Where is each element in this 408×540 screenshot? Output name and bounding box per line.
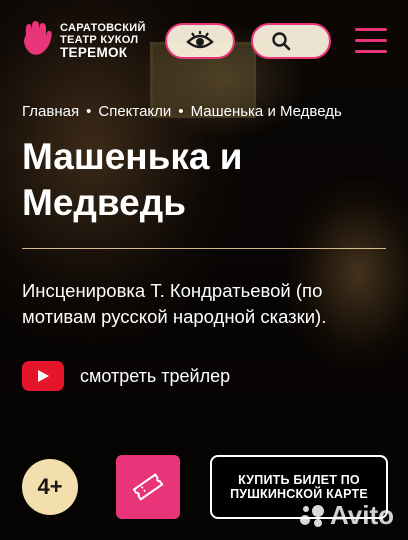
trailer-label: смотреть трейлер (80, 365, 231, 386)
search-button[interactable] (251, 23, 331, 59)
breadcrumb-separator: • (178, 103, 184, 120)
breadcrumb-separator: • (86, 103, 92, 120)
buy-ticket-button[interactable] (116, 455, 180, 519)
divider (22, 248, 386, 249)
avito-watermark: Avito (300, 500, 394, 531)
accessibility-button[interactable] (165, 23, 235, 59)
logo-line-3: ТЕРЕМОК (60, 45, 128, 60)
watermark-text: Avito (330, 500, 395, 530)
breadcrumb: Главная • Спектакли • Машенька и Медведь (22, 103, 342, 120)
watch-trailer-link[interactable]: смотреть трейлер (22, 361, 230, 391)
breadcrumb-performances[interactable]: Спектакли (98, 103, 171, 120)
site-header: САРАТОВСКИЙ ТЕАТР КУКОЛ ТЕРЕМОК (0, 0, 408, 80)
theatre-logo-text[interactable]: САРАТОВСКИЙ ТЕАТР КУКОЛ ТЕРЕМОК (60, 22, 146, 60)
page-title: Машенька и Медведь (22, 136, 243, 223)
logo-line-1: САРАТОВСКИЙ (60, 22, 146, 34)
avito-logo-icon (300, 503, 326, 529)
performance-description: Инсценировка Т. Кондратьевой (по мотивам… (22, 280, 327, 327)
hamburger-menu-icon[interactable] (355, 28, 387, 54)
pushkin-card-label: КУПИТЬ БИЛЕТ ПО ПУШКИНСКОЙ КАРТЕ (230, 473, 368, 501)
youtube-play-icon (22, 361, 64, 391)
ticket-icon (132, 473, 164, 501)
hand-logo-icon[interactable] (20, 20, 54, 56)
eye-icon (186, 31, 214, 49)
breadcrumb-current: Машенька и Медведь (190, 103, 342, 120)
age-rating-badge: 4+ (22, 459, 78, 515)
breadcrumb-home[interactable]: Главная (22, 103, 79, 120)
search-icon (272, 32, 291, 51)
